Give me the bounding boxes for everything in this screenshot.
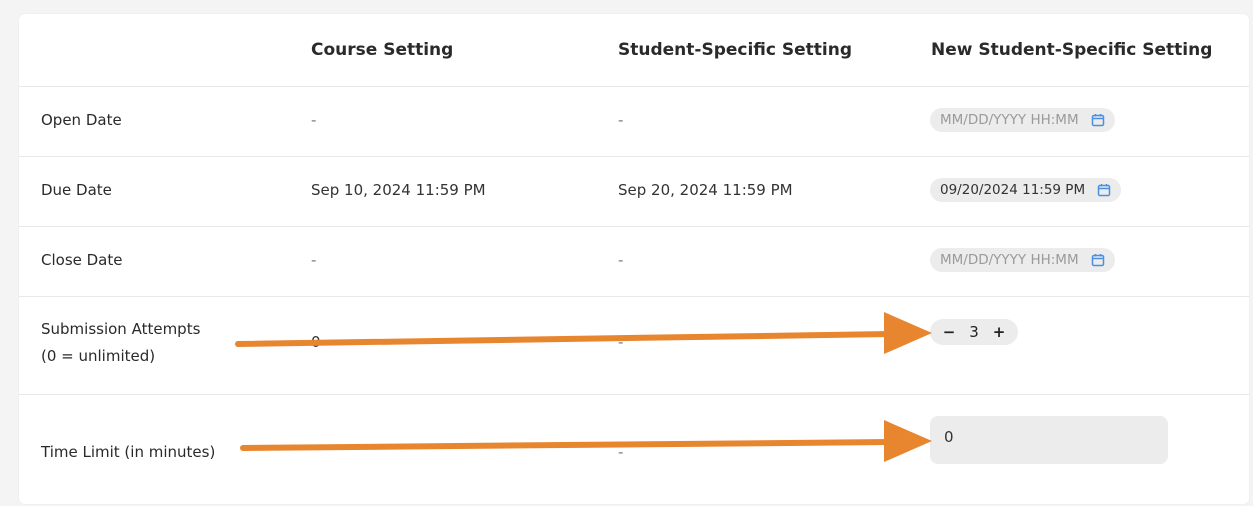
submission-attempts-student-value: - bbox=[618, 333, 624, 351]
due-date-student-value: Sep 20, 2024 11:59 PM bbox=[618, 181, 793, 199]
header-course-setting: Course Setting bbox=[311, 40, 454, 60]
time-limit-input[interactable] bbox=[930, 416, 1168, 464]
table-row-time-limit: Time Limit (in minutes) - bbox=[19, 394, 1249, 504]
table-header-row: Course Setting Student-Specific Setting … bbox=[19, 14, 1249, 87]
open-date-course-value: - bbox=[311, 111, 317, 129]
open-date-picker[interactable]: MM/DD/YYYY HH:MM bbox=[930, 108, 1115, 132]
close-date-picker[interactable]: MM/DD/YYYY HH:MM bbox=[930, 248, 1115, 272]
submission-attempts-label-line2: (0 = unlimited) bbox=[41, 347, 156, 365]
submission-attempts-course-value: 0 bbox=[311, 333, 321, 351]
calendar-icon[interactable] bbox=[1091, 253, 1105, 267]
due-date-course-value: Sep 10, 2024 11:59 PM bbox=[311, 181, 486, 199]
open-date-label: Open Date bbox=[41, 111, 122, 129]
decrement-button[interactable]: − bbox=[938, 323, 960, 341]
increment-button[interactable]: + bbox=[988, 323, 1010, 341]
close-date-label: Close Date bbox=[41, 251, 123, 269]
calendar-icon[interactable] bbox=[1091, 113, 1105, 127]
submission-attempts-stepper[interactable]: − 3 + bbox=[930, 319, 1018, 345]
time-limit-label: Time Limit (in minutes) bbox=[41, 443, 216, 461]
close-date-placeholder: MM/DD/YYYY HH:MM bbox=[940, 252, 1079, 268]
table-row-open-date: Open Date - - MM/DD/YYYY HH:MM bbox=[19, 86, 1249, 157]
header-new-student-specific-setting: New Student-Specific Setting bbox=[931, 40, 1213, 60]
close-date-course-value: - bbox=[311, 251, 317, 269]
time-limit-student-value: - bbox=[618, 443, 624, 461]
student-settings-card: Course Setting Student-Specific Setting … bbox=[19, 14, 1249, 504]
open-date-student-value: - bbox=[618, 111, 624, 129]
submission-attempts-label-line1: Submission Attempts bbox=[41, 320, 201, 338]
due-date-picker[interactable]: 09/20/2024 11:59 PM bbox=[930, 178, 1122, 202]
table-row-close-date: Close Date - - MM/DD/YYYY HH:MM bbox=[19, 226, 1249, 297]
header-student-specific-setting: Student-Specific Setting bbox=[618, 40, 853, 60]
calendar-icon[interactable] bbox=[1097, 183, 1111, 197]
submission-attempts-value: 3 bbox=[969, 323, 979, 341]
due-date-label: Due Date bbox=[41, 181, 112, 199]
table-row-due-date: Due Date Sep 10, 2024 11:59 PM Sep 20, 2… bbox=[19, 156, 1249, 227]
due-date-value: 09/20/2024 11:59 PM bbox=[940, 182, 1086, 198]
table-row-submission-attempts: Submission Attempts (0 = unlimited) 0 - … bbox=[19, 296, 1249, 395]
open-date-placeholder: MM/DD/YYYY HH:MM bbox=[940, 112, 1079, 128]
close-date-student-value: - bbox=[618, 251, 624, 269]
